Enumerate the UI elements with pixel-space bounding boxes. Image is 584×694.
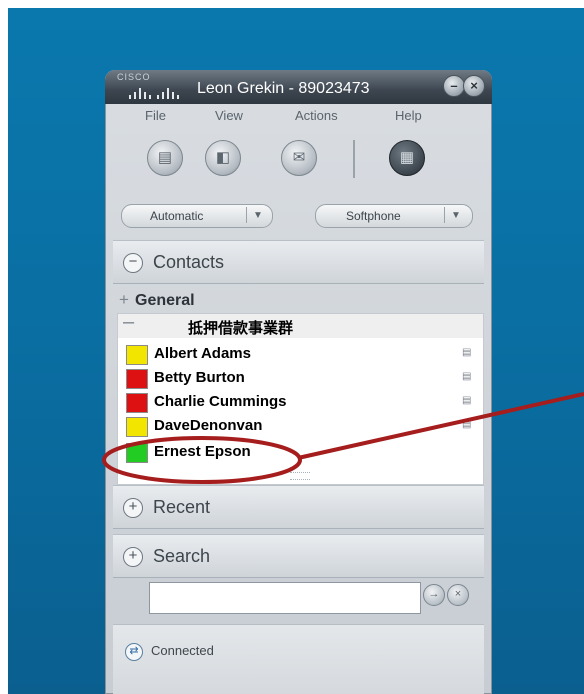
connected-icon: ⇄ — [125, 643, 143, 661]
toolbar-divider — [353, 140, 355, 178]
presence-icon — [126, 417, 148, 437]
title-bar[interactable]: CISCO Leon Grekin - 89023473 – × — [105, 70, 492, 104]
contact-name: DaveDenonvan — [154, 417, 263, 434]
group-general[interactable]: + General — [115, 290, 484, 312]
collapse-icon: − — [123, 253, 143, 273]
contacts-section-header[interactable]: − Contacts — [113, 240, 484, 284]
contact-item[interactable]: Betty Burton ▤ — [126, 367, 478, 389]
contact-name: Betty Burton — [154, 369, 245, 386]
chevron-down-icon: ▼ — [246, 207, 269, 223]
close-button[interactable]: × — [463, 75, 485, 97]
contacts-section-title: Contacts — [153, 252, 225, 272]
contact-item[interactable]: Charlie Cummings ▤ — [126, 391, 478, 413]
contact-item[interactable]: Albert Adams ▤ — [126, 343, 478, 365]
search-section-title: Search — [153, 546, 211, 566]
group-general-label: General — [135, 292, 195, 309]
menu-view[interactable]: View — [215, 108, 243, 123]
contact-card-icon[interactable]: ▤ — [462, 419, 474, 431]
contact-card-icon[interactable]: ▤ — [462, 347, 474, 359]
subgroup-header[interactable]: – 抵押借款事業群 — [118, 311, 483, 338]
connection-status: Connected — [151, 643, 214, 658]
contact-item[interactable]: Ernest Epson — [126, 441, 478, 463]
status-select[interactable]: Automatic ▼ — [121, 204, 273, 228]
minimize-button[interactable]: – — [443, 75, 465, 97]
contact-card-icon[interactable]: ▤ — [462, 371, 474, 383]
window-title: Leon Grekin - 89023473 — [197, 80, 370, 97]
status-select-label: Automatic — [150, 209, 204, 223]
expand-icon: + — [119, 290, 129, 309]
clear-icon[interactable]: × — [447, 584, 469, 606]
subgroup-label: 抵押借款事業群 — [188, 320, 294, 337]
contact-name: Albert Adams — [154, 345, 251, 362]
dialpad-icon[interactable]: ▦ — [389, 140, 425, 176]
collapse-icon: – — [123, 311, 135, 333]
expand-icon: + — [123, 547, 143, 567]
cisco-bars-icon — [129, 86, 189, 99]
device-select[interactable]: Softphone ▼ — [315, 204, 473, 228]
contact-name: Charlie Cummings — [154, 393, 287, 410]
brand-logo: CISCO — [117, 72, 151, 82]
contact-card-icon[interactable]: ▤ — [462, 395, 474, 407]
video-call-icon[interactable]: ◧ — [205, 140, 241, 176]
contact-list: – 抵押借款事業群 Albert Adams ▤ Betty Burton ▤ … — [117, 311, 484, 485]
expand-icon: + — [123, 498, 143, 518]
menu-bar: File View Actions Help — [105, 108, 492, 128]
presence-icon — [126, 443, 148, 463]
contact-name: Ernest Epson — [154, 443, 251, 460]
menu-file[interactable]: File — [145, 108, 166, 123]
recent-section-title: Recent — [153, 497, 211, 517]
status-bar: ⇄ Connected — [113, 624, 484, 694]
menu-actions[interactable]: Actions — [295, 108, 338, 123]
contact-item[interactable]: DaveDenonvan ▤ — [126, 415, 478, 437]
search-section-header[interactable]: + Search — [113, 534, 484, 578]
recent-section-header[interactable]: + Recent — [113, 485, 484, 529]
contact-card-icon[interactable]: ▤ — [147, 140, 183, 176]
chevron-down-icon: ▼ — [444, 207, 467, 223]
presence-icon — [126, 345, 148, 365]
mail-icon[interactable]: ✉ — [281, 140, 317, 176]
cisco-client-window: CISCO Leon Grekin - 89023473 – × File Vi… — [105, 70, 492, 694]
menu-help[interactable]: Help — [395, 108, 422, 123]
search-input[interactable] — [149, 582, 421, 614]
resize-grip[interactable] — [290, 472, 310, 480]
go-arrow-icon[interactable]: → — [423, 584, 445, 606]
presence-icon — [126, 393, 148, 413]
presence-icon — [126, 369, 148, 389]
device-select-label: Softphone — [346, 209, 401, 223]
